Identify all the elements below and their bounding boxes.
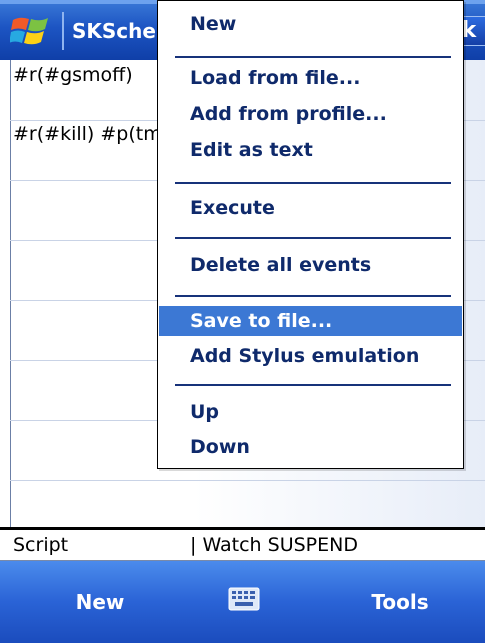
title-separator (62, 12, 64, 50)
menu-item-up[interactable]: Up (159, 397, 462, 427)
list-item[interactable]: #r(#gsmoff) (13, 64, 158, 86)
menu-item-add-from-profile[interactable]: Add from profile... (159, 99, 462, 129)
menu-separator (175, 182, 451, 184)
list-divider (10, 480, 485, 481)
list-item[interactable]: #r(#kill) #p(tm (13, 123, 158, 145)
tools-menu: New Load from file... Add from profile..… (157, 0, 464, 469)
menu-item-new[interactable]: New (159, 9, 462, 39)
status-watch-label: | Watch SUSPEND (190, 534, 358, 556)
status-script-label: Script (13, 534, 69, 556)
menu-separator (175, 295, 451, 297)
menu-item-add-stylus-emulation[interactable]: Add Stylus emulation (159, 341, 462, 371)
app-title: SKSchel (72, 19, 163, 43)
menu-separator (175, 56, 451, 58)
menu-separator (175, 384, 451, 386)
menu-item-execute[interactable]: Execute (159, 193, 462, 223)
status-bar: Script | Watch SUSPEND (0, 530, 485, 561)
tools-softkey[interactable]: Tools (340, 561, 460, 643)
menu-item-edit-as-text[interactable]: Edit as text (159, 135, 462, 165)
menu-item-down[interactable]: Down (159, 432, 462, 462)
list-left-border (10, 60, 11, 528)
keyboard-icon[interactable] (228, 584, 260, 614)
screen: SKSchel k #r(#gsmoff) #r(#kill) #p(tm Sc… (0, 0, 485, 643)
menu-separator (175, 237, 451, 239)
menu-item-load-from-file[interactable]: Load from file... (159, 63, 462, 93)
menu-item-save-to-file[interactable]: Save to file... (159, 306, 462, 336)
new-softkey[interactable]: New (40, 561, 160, 643)
windows-flag-icon[interactable] (10, 14, 54, 48)
menu-bar: New Tools (0, 561, 485, 643)
menu-item-delete-all-events[interactable]: Delete all events (159, 250, 462, 280)
